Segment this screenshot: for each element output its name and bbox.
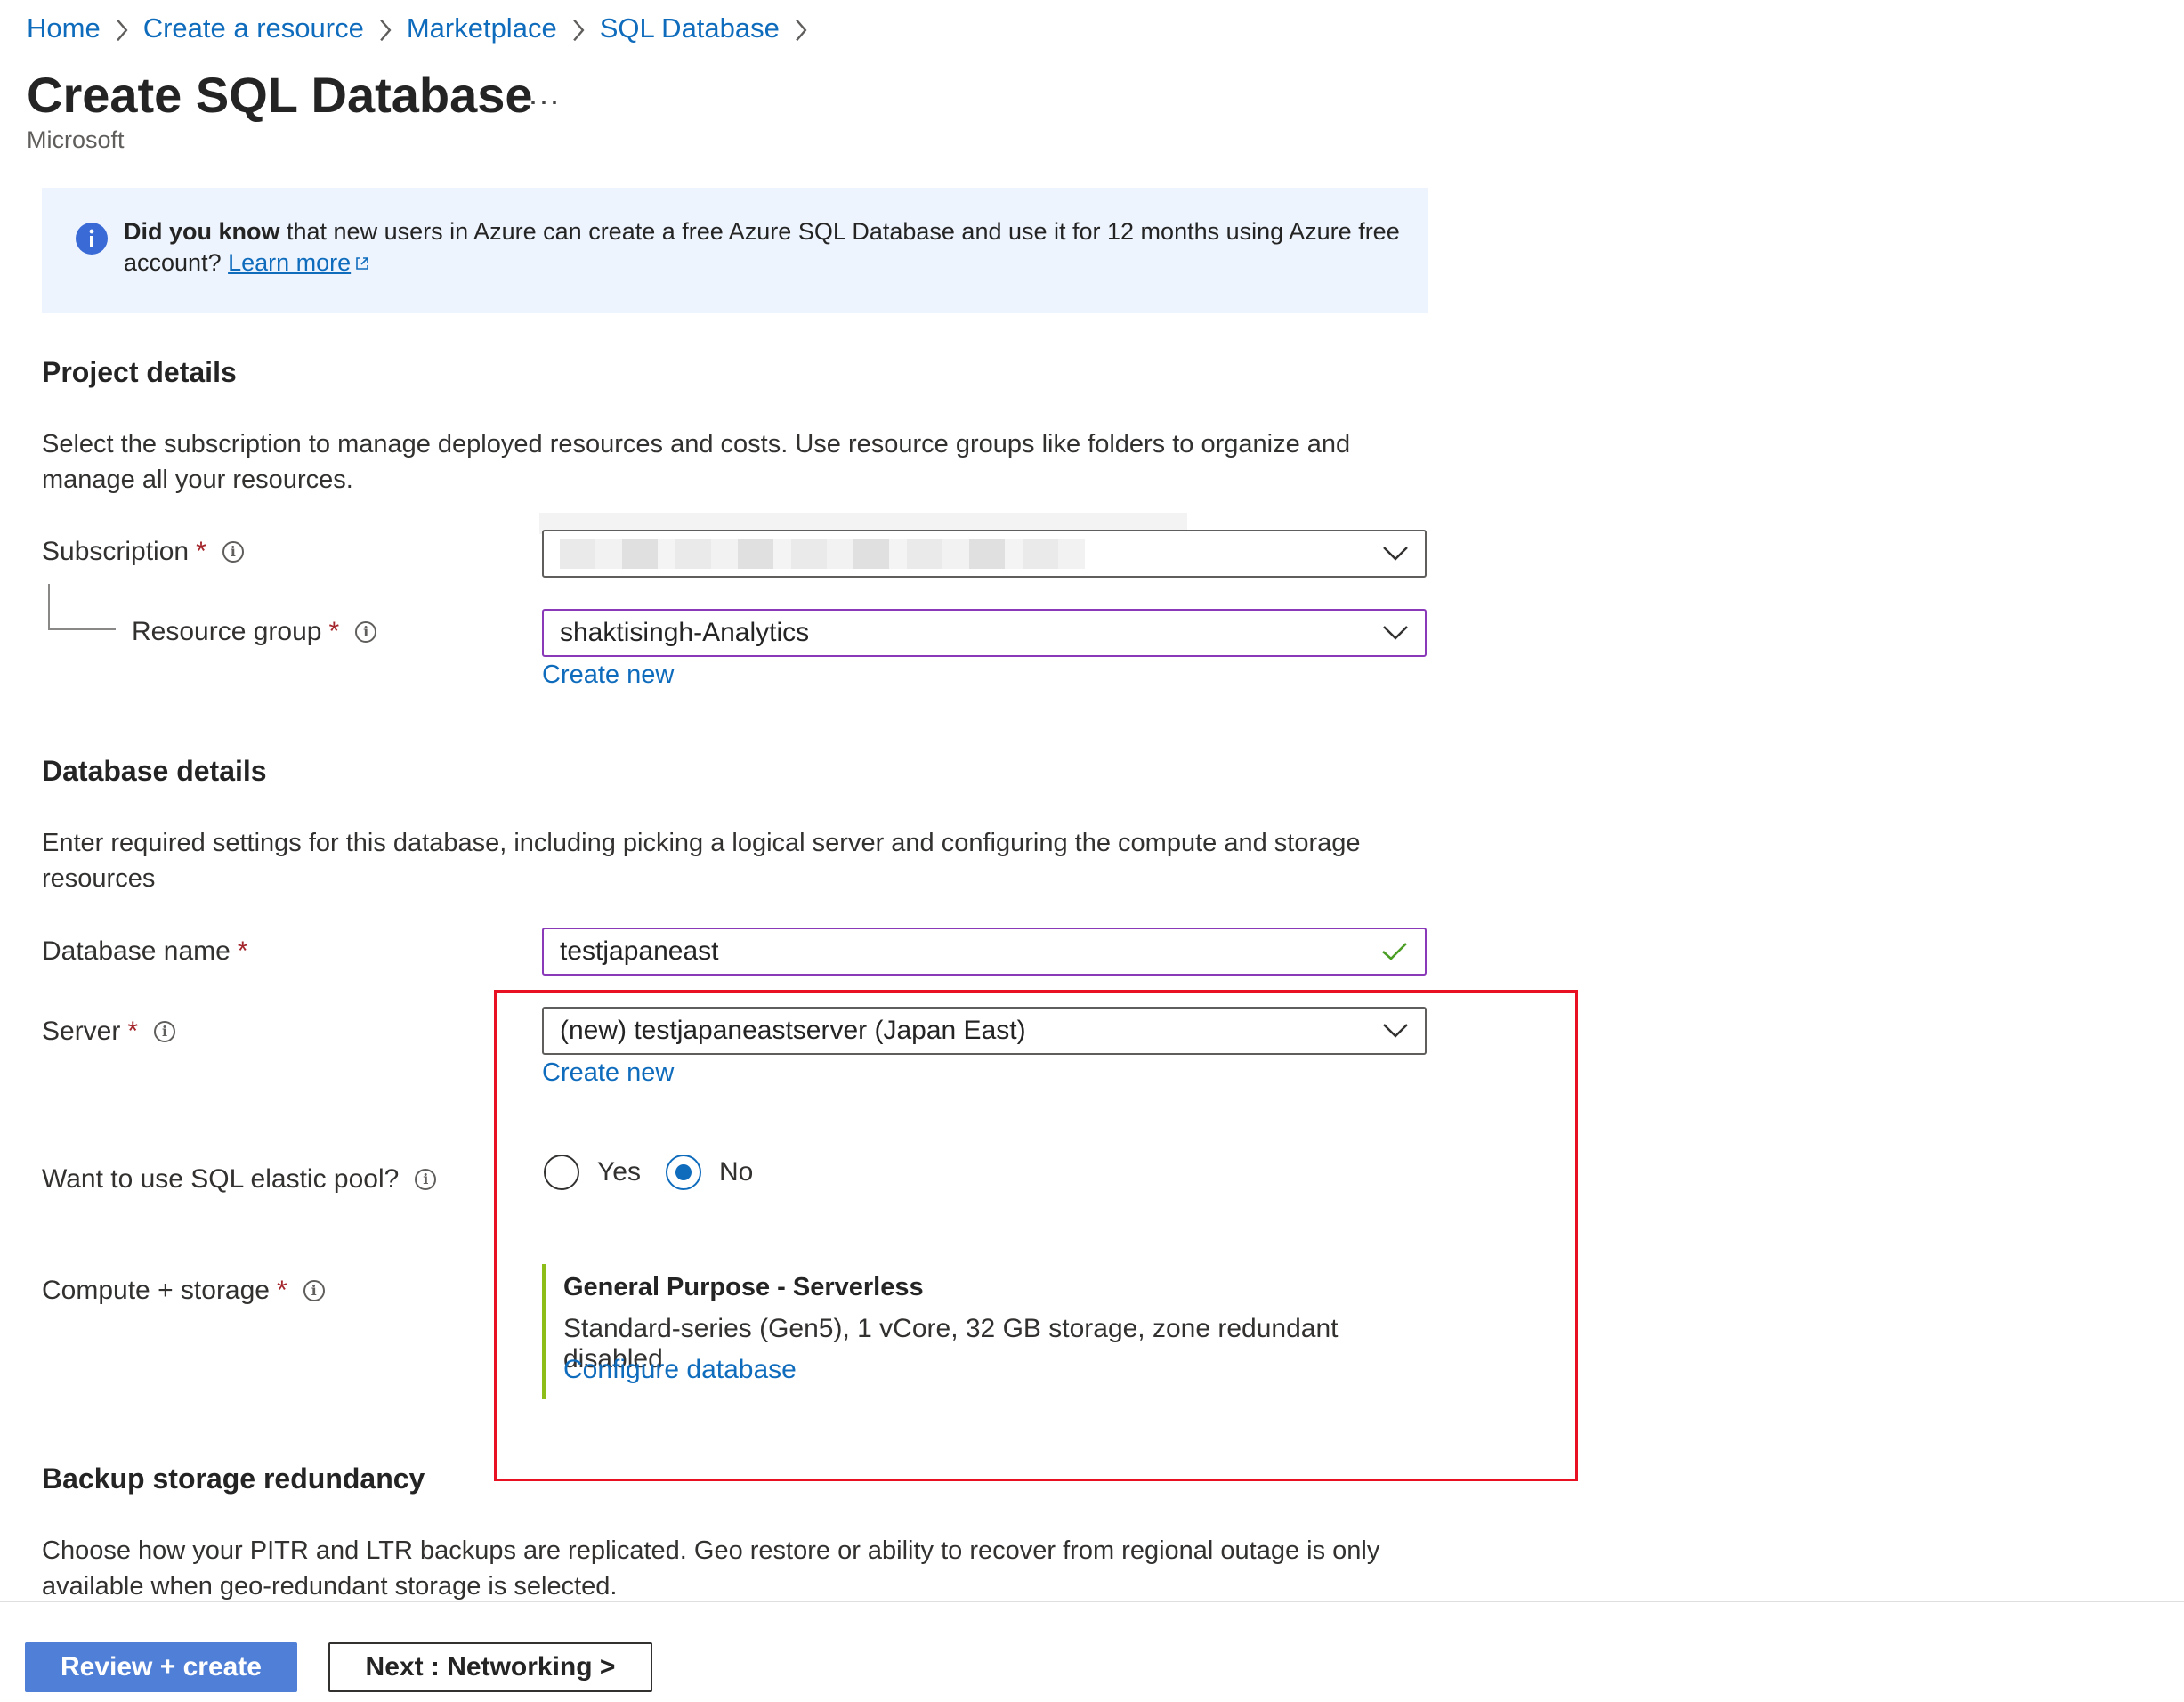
elastic-pool-label: Want to use SQL elastic pool? i [42, 1164, 437, 1195]
backup-redundancy-description: Choose how your PITR and LTR backups are… [42, 1536, 1380, 1601]
elastic-pool-label-text: Want to use SQL elastic pool? [42, 1164, 400, 1194]
tree-connector [48, 584, 116, 630]
highlight-annotation-box [494, 990, 1578, 1481]
breadcrumb: Home Create a resource Marketplace SQL D… [27, 11, 822, 46]
required-marker: * [276, 1276, 287, 1305]
more-options-button[interactable]: ... [529, 75, 561, 112]
external-link-icon [356, 257, 368, 270]
next-networking-button[interactable]: Next : Networking > [328, 1642, 652, 1692]
info-circle-icon[interactable]: i [222, 541, 244, 563]
page-title: Create SQL Database [27, 67, 533, 123]
info-circle-icon[interactable]: i [303, 1280, 325, 1301]
info-circle-icon[interactable]: i [415, 1169, 437, 1190]
required-marker: * [127, 1017, 139, 1046]
required-marker: * [196, 537, 206, 566]
info-banner: Did you know that new users in Azure can… [42, 188, 1428, 313]
chevron-right-icon [780, 12, 822, 45]
review-create-button[interactable]: Review + create [25, 1642, 297, 1692]
resource-group-label: Resource group * i [132, 617, 377, 647]
required-marker: * [237, 936, 248, 966]
backup-redundancy-title: Backup storage redundancy [42, 1463, 425, 1495]
database-name-input[interactable]: testjapaneast [542, 928, 1427, 976]
compute-storage-label-text: Compute + storage [42, 1276, 270, 1305]
breadcrumb-create-resource[interactable]: Create a resource [143, 12, 364, 45]
checkmark-icon [1380, 941, 1409, 962]
database-details-description: Enter required settings for this databas… [42, 829, 1361, 893]
database-name-label: Database name * [42, 936, 248, 967]
server-label: Server * i [42, 1017, 176, 1047]
server-label-text: Server [42, 1017, 121, 1046]
chevron-down-icon [1382, 546, 1409, 562]
info-circle-icon[interactable]: i [154, 1021, 176, 1042]
project-details-description: Select the subscription to manage deploy… [42, 430, 1351, 494]
banner-text: Did you know that new users in Azure can… [124, 216, 1405, 279]
banner-bold: Did you know [124, 218, 280, 245]
resource-group-label-text: Resource group [132, 617, 322, 646]
breadcrumb-marketplace[interactable]: Marketplace [407, 12, 557, 45]
chevron-right-icon [557, 12, 600, 45]
resource-group-value: shaktisingh-Analytics [560, 618, 810, 647]
subscription-label-text: Subscription [42, 537, 190, 566]
resource-group-select[interactable]: shaktisingh-Analytics [542, 609, 1427, 657]
project-details-title: Project details [42, 356, 237, 388]
subscription-select[interactable] [542, 530, 1427, 578]
database-name-value: testjapaneast [560, 936, 719, 966]
breadcrumb-sql-database[interactable]: SQL Database [600, 12, 780, 45]
database-details-title: Database details [42, 755, 267, 787]
compute-storage-label: Compute + storage * i [42, 1276, 325, 1306]
publisher-label: Microsoft [27, 126, 125, 153]
subscription-label: Subscription * i [42, 537, 244, 567]
footer-bar: Review + create Next : Networking > [0, 1601, 2184, 1702]
chevron-right-icon [101, 12, 143, 45]
chevron-down-icon [1382, 625, 1409, 641]
create-new-resource-group-link[interactable]: Create new [542, 661, 674, 690]
subscription-redacted-value [560, 539, 1085, 569]
database-name-label-text: Database name [42, 936, 231, 966]
breadcrumb-home[interactable]: Home [27, 12, 101, 45]
info-circle-icon [76, 223, 108, 255]
chevron-right-icon [364, 12, 407, 45]
learn-more-link[interactable]: Learn more [228, 249, 371, 276]
required-marker: * [328, 617, 340, 646]
learn-more-label: Learn more [228, 249, 352, 276]
info-circle-icon[interactable]: i [355, 621, 377, 643]
